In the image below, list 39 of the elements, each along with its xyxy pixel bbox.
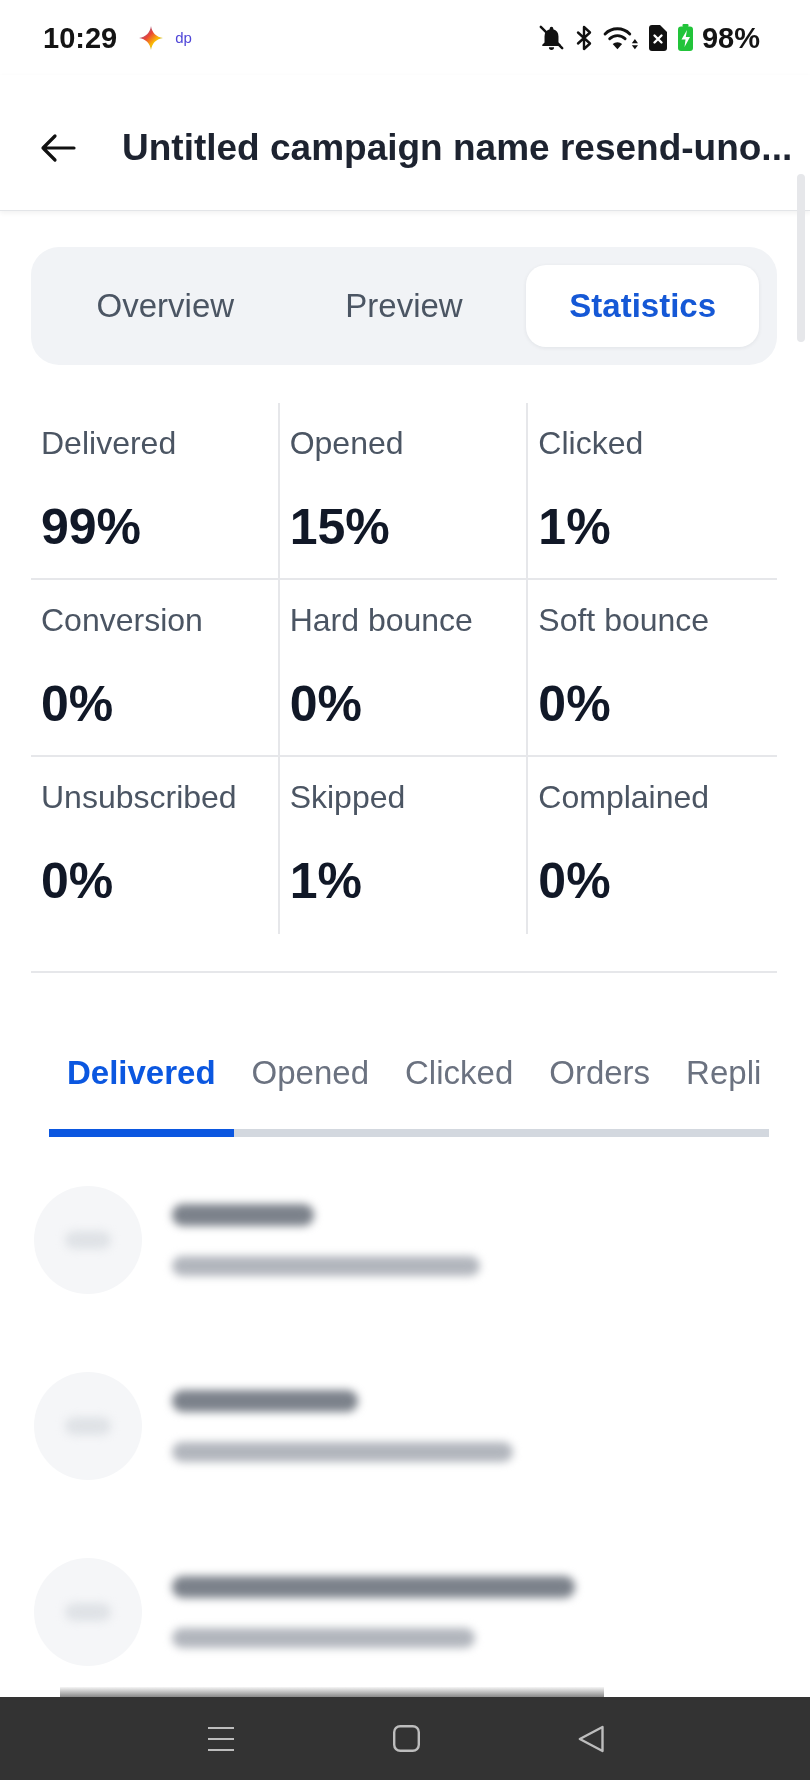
stat-label: Clicked — [538, 424, 644, 463]
stat-label: Opened — [289, 424, 404, 463]
stat-value: 1% — [538, 498, 611, 556]
list-tab[interactable]: Repli — [668, 1053, 770, 1137]
stat-label: Delivered — [41, 424, 177, 463]
battery-percent: 98% — [701, 20, 760, 55]
list-tab[interactable]: Clicked — [387, 1053, 532, 1137]
bluetooth-icon — [575, 24, 592, 51]
view-tab[interactable]: Preview — [287, 265, 521, 347]
app-logo: dp — [175, 28, 192, 47]
stat-label: Complained — [538, 778, 710, 817]
stat-label: Soft bounce — [538, 601, 710, 640]
stat-label: Skipped — [289, 778, 406, 817]
wifi-icon — [602, 24, 638, 51]
clock-time: 10:29 — [43, 20, 118, 55]
back-icon[interactable] — [577, 1724, 604, 1753]
back-arrow-icon — [40, 132, 76, 163]
sim-card-icon — [648, 24, 667, 51]
stat-value: 0% — [289, 675, 362, 733]
stat-value: 99% — [41, 498, 142, 556]
stat-value: 15% — [289, 498, 390, 556]
menu-icon[interactable] — [206, 1725, 235, 1752]
square-icon[interactable] — [392, 1725, 420, 1752]
stat-label: Hard bounce — [289, 601, 473, 640]
view-tab[interactable]: Statistics — [526, 265, 759, 347]
list-tab[interactable]: Opened — [233, 1053, 388, 1137]
stat-label: Conversion — [41, 601, 203, 640]
stat-value: 1% — [289, 852, 362, 910]
list-tab[interactable]: Orders — [531, 1053, 669, 1137]
stat-label: Unsubscribed — [41, 778, 237, 817]
stat-value: 0% — [538, 675, 611, 733]
page-title: Untitled campaign name resend-uno... — [122, 125, 793, 170]
stat-value: 0% — [538, 852, 611, 910]
stat-value: 0% — [41, 852, 114, 910]
view-tab[interactable]: Overview — [49, 265, 282, 347]
stat-value: 0% — [41, 675, 114, 733]
list-tab[interactable]: Delivered — [49, 1053, 234, 1137]
sparkle-icon — [139, 25, 164, 50]
bell-off-icon — [537, 24, 565, 51]
